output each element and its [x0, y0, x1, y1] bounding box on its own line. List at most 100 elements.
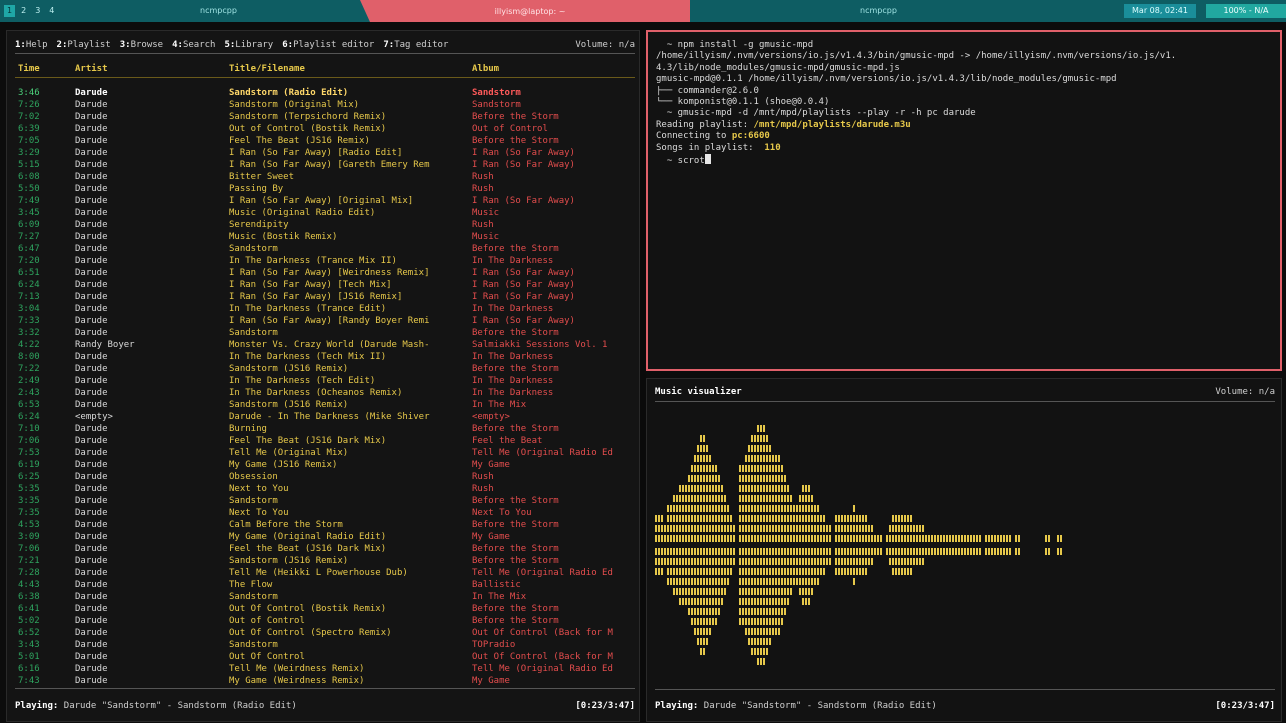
table-row[interactable]: 7:26 Darude Sandstorm (Original Mix) Sandst…	[15, 99, 637, 111]
table-row[interactable]: 7:22 Darude Sandstorm (JS16 Remix) Before t…	[15, 363, 637, 375]
table-row[interactable]: 3:35 Darude Sandstorm Before the Storm	[15, 495, 637, 507]
table-row[interactable]: 8:00 Darude In The Darkness (Tech Mix II) I…	[15, 351, 637, 363]
table-row[interactable]: 7:27 Darude Music (Bostik Remix) Music	[15, 231, 637, 243]
table-row[interactable]: 7:13 Darude I Ran (So Far Away) [JS16 Remi…	[15, 291, 637, 303]
table-row[interactable]: 4:43 Darude The Flow Ballistic	[15, 579, 637, 591]
table-row[interactable]: 6:39 Darude Out of Control (Bostik Remix) O…	[15, 123, 637, 135]
table-row[interactable]: 7:21 Darude Sandstorm (JS16 Remix) Before t…	[15, 555, 637, 567]
table-row[interactable]: 7:06 Darude Feel The Beat (JS16 Dark Mix) F…	[15, 435, 637, 447]
spectrum-cell	[766, 628, 768, 635]
spectrum-cell	[868, 535, 870, 542]
table-row[interactable]: 2:43 Darude In The Darkness (Ocheanos Remi…	[15, 387, 637, 399]
workspace-4[interactable]: 4	[46, 5, 57, 17]
table-row[interactable]: 6:08 Darude Bitter Sweet Rush	[15, 171, 637, 183]
spectrum-cell	[772, 465, 774, 472]
spectrum-cell	[691, 558, 693, 565]
spectrum-cell	[709, 558, 711, 565]
spectrum-cell	[703, 638, 705, 645]
table-row[interactable]: 7:33 Darude I Ran (So Far Away) [Randy Boy…	[15, 315, 637, 327]
table-row[interactable]: 5:02 Darude Out of Control Before the Storm	[15, 615, 637, 627]
table-row[interactable]: 7:10 Darude Burning Before the Storm	[15, 423, 637, 435]
spectrum-cell	[817, 515, 819, 522]
spectrum-cell	[754, 568, 756, 575]
table-row[interactable]: 6:41 Darude Out Of Control (Bostik Remix) B…	[15, 603, 637, 615]
table-row[interactable]: 4:22 Randy Boyer Monster Vs. Crazy World (…	[15, 339, 637, 351]
table-row[interactable]: 6:25 Darude Obsession Rush	[15, 471, 637, 483]
spectrum-cell	[661, 535, 663, 542]
spectrum-cell	[688, 475, 690, 482]
table-row[interactable]: 3:09 Darude My Game (Original Radio Edit) M…	[15, 531, 637, 543]
column-header-time[interactable]: Time	[18, 64, 40, 74]
table-row[interactable]: 5:15 Darude I Ran (So Far Away) [Gareth Em…	[15, 159, 637, 171]
menu-item-help[interactable]: 1:Help	[15, 40, 48, 50]
cell-time: 6:41	[18, 604, 40, 614]
table-row[interactable]: 7:20 Darude In The Darkness (Trance Mix II…	[15, 255, 637, 267]
terminal-pane[interactable]: ~ npm install -g gmusic-mpd/home/illyism…	[646, 30, 1282, 371]
column-header-artist[interactable]: Artist	[75, 64, 108, 74]
table-row[interactable]: 3:45 Darude Music (Original Radio Edit) Mus…	[15, 207, 637, 219]
workspace-2[interactable]: 2	[18, 5, 29, 17]
table-row[interactable]: 6:51 Darude I Ran (So Far Away) [Weirdness…	[15, 267, 637, 279]
workspace-1[interactable]: 1	[4, 5, 16, 17]
spectrum-cell	[691, 608, 693, 615]
playback-progress-bar[interactable]	[15, 688, 635, 695]
table-row[interactable]: 6:24 <empty> Darude - In The Darkness (Mik…	[15, 411, 637, 423]
table-row[interactable]: 7:02 Darude Sandstorm (Terpsichord Remix) B…	[15, 111, 637, 123]
spectrum-cell	[709, 465, 711, 472]
table-row[interactable]: 7:49 Darude I Ran (So Far Away) [Original …	[15, 195, 637, 207]
visualizer-progress-bar[interactable]	[655, 689, 1275, 696]
menu-item-browse[interactable]: 3:Browse	[120, 40, 163, 50]
table-row[interactable]: 5:35 Darude Next to You Rush	[15, 483, 637, 495]
spectrum-cell	[706, 588, 708, 595]
table-row[interactable]: 6:24 Darude I Ran (So Far Away) [Tech Mix]…	[15, 279, 637, 291]
table-row[interactable]: 6:47 Darude Sandstorm Before the Storm	[15, 243, 637, 255]
menu-item-playlist-editor[interactable]: 6:Playlist editor	[282, 40, 374, 50]
spectrum-cell	[808, 588, 810, 595]
menu-item-playlist[interactable]: 2:Playlist	[57, 40, 111, 50]
table-row[interactable]: 7:06 Darude Feel the Beat (JS16 Dark Mix) B…	[15, 543, 637, 555]
spectrum-cell	[805, 588, 807, 595]
table-row[interactable]: 7:05 Darude Feel The Beat (JS16 Remix) Befo…	[15, 135, 637, 147]
menu-item-library[interactable]: 5:Library	[224, 40, 273, 50]
spectrum-cell	[667, 515, 669, 522]
spectrum-cell	[778, 608, 780, 615]
table-row[interactable]: 6:38 Darude Sandstorm In The Mix	[15, 591, 637, 603]
menu-item-search[interactable]: 4:Search	[172, 40, 215, 50]
cell-artist: Darude	[75, 556, 108, 566]
spectrum-cell	[745, 455, 747, 462]
table-row[interactable]: 5:50 Darude Passing By Rush	[15, 183, 637, 195]
ncmpcpp-playlist-pane[interactable]: 1:Help 2:Playlist 3:Browse 4:Search 5:Librar…	[6, 30, 640, 722]
table-row[interactable]: 5:01 Darude Out Of Control Out Of Control (…	[15, 651, 637, 663]
table-row[interactable]: 3:43 Darude Sandstorm TOPradio	[15, 639, 637, 651]
terminal-output[interactable]: ~ npm install -g gmusic-mpd/home/illyism…	[656, 40, 1274, 165]
table-row[interactable]: 7:53 Darude Tell Me (Original Mix) Tell Me …	[15, 447, 637, 459]
table-row[interactable]: 6:19 Darude My Game (JS16 Remix) My Game	[15, 459, 637, 471]
table-row[interactable]: 3:32 Darude Sandstorm Before the Storm	[15, 327, 637, 339]
table-row[interactable]: 2:49 Darude In The Darkness (Tech Edit) In …	[15, 375, 637, 387]
table-row[interactable]: 6:09 Darude Serendipity Rush	[15, 219, 637, 231]
music-visualizer-pane[interactable]: Music visualizer Volume: n/a Playing: Da…	[646, 378, 1282, 722]
table-row[interactable]: 6:52 Darude Out Of Control (Spectro Remix)…	[15, 627, 637, 639]
table-row[interactable]: 4:53 Darude Calm Before the Storm Before th…	[15, 519, 637, 531]
column-header-album[interactable]: Album	[472, 64, 499, 74]
table-row-now-playing[interactable]: 3:46 Darude Sandstorm (Radio Edit) Sandstor…	[15, 87, 637, 99]
menu-item-tag-editor[interactable]: 7:Tag editor	[383, 40, 448, 50]
column-header-title[interactable]: Title/Filename	[229, 64, 305, 74]
spectrum-cell	[766, 485, 768, 492]
table-row[interactable]: 7:28 Darude Tell Me (Heikki L Powerhouse D…	[15, 567, 637, 579]
cell-artist: <empty>	[75, 412, 113, 422]
table-row[interactable]: 7:35 Darude Next To You Next To You	[15, 507, 637, 519]
spectrum-cell	[751, 445, 753, 452]
table-row[interactable]: 3:04 Darude In The Darkness (Trance Edit) I…	[15, 303, 637, 315]
workspace-3[interactable]: 3	[32, 5, 43, 17]
spectrum-cell	[697, 535, 699, 542]
table-row[interactable]: 7:43 Darude My Game (Weirdness Remix) My Ga…	[15, 675, 637, 687]
spectrum-cell	[991, 535, 993, 542]
spectrum-cell	[907, 535, 909, 542]
table-row[interactable]: 3:29 Darude I Ran (So Far Away) [Radio Edi…	[15, 147, 637, 159]
table-row[interactable]: 6:16 Darude Tell Me (Weirdness Remix) Tell …	[15, 663, 637, 675]
table-row[interactable]: 6:53 Darude Sandstorm (JS16 Remix) In The M…	[15, 399, 637, 411]
spectrum-cell	[799, 505, 801, 512]
spectrum-cell	[748, 515, 750, 522]
spectrum-cell	[769, 548, 771, 555]
